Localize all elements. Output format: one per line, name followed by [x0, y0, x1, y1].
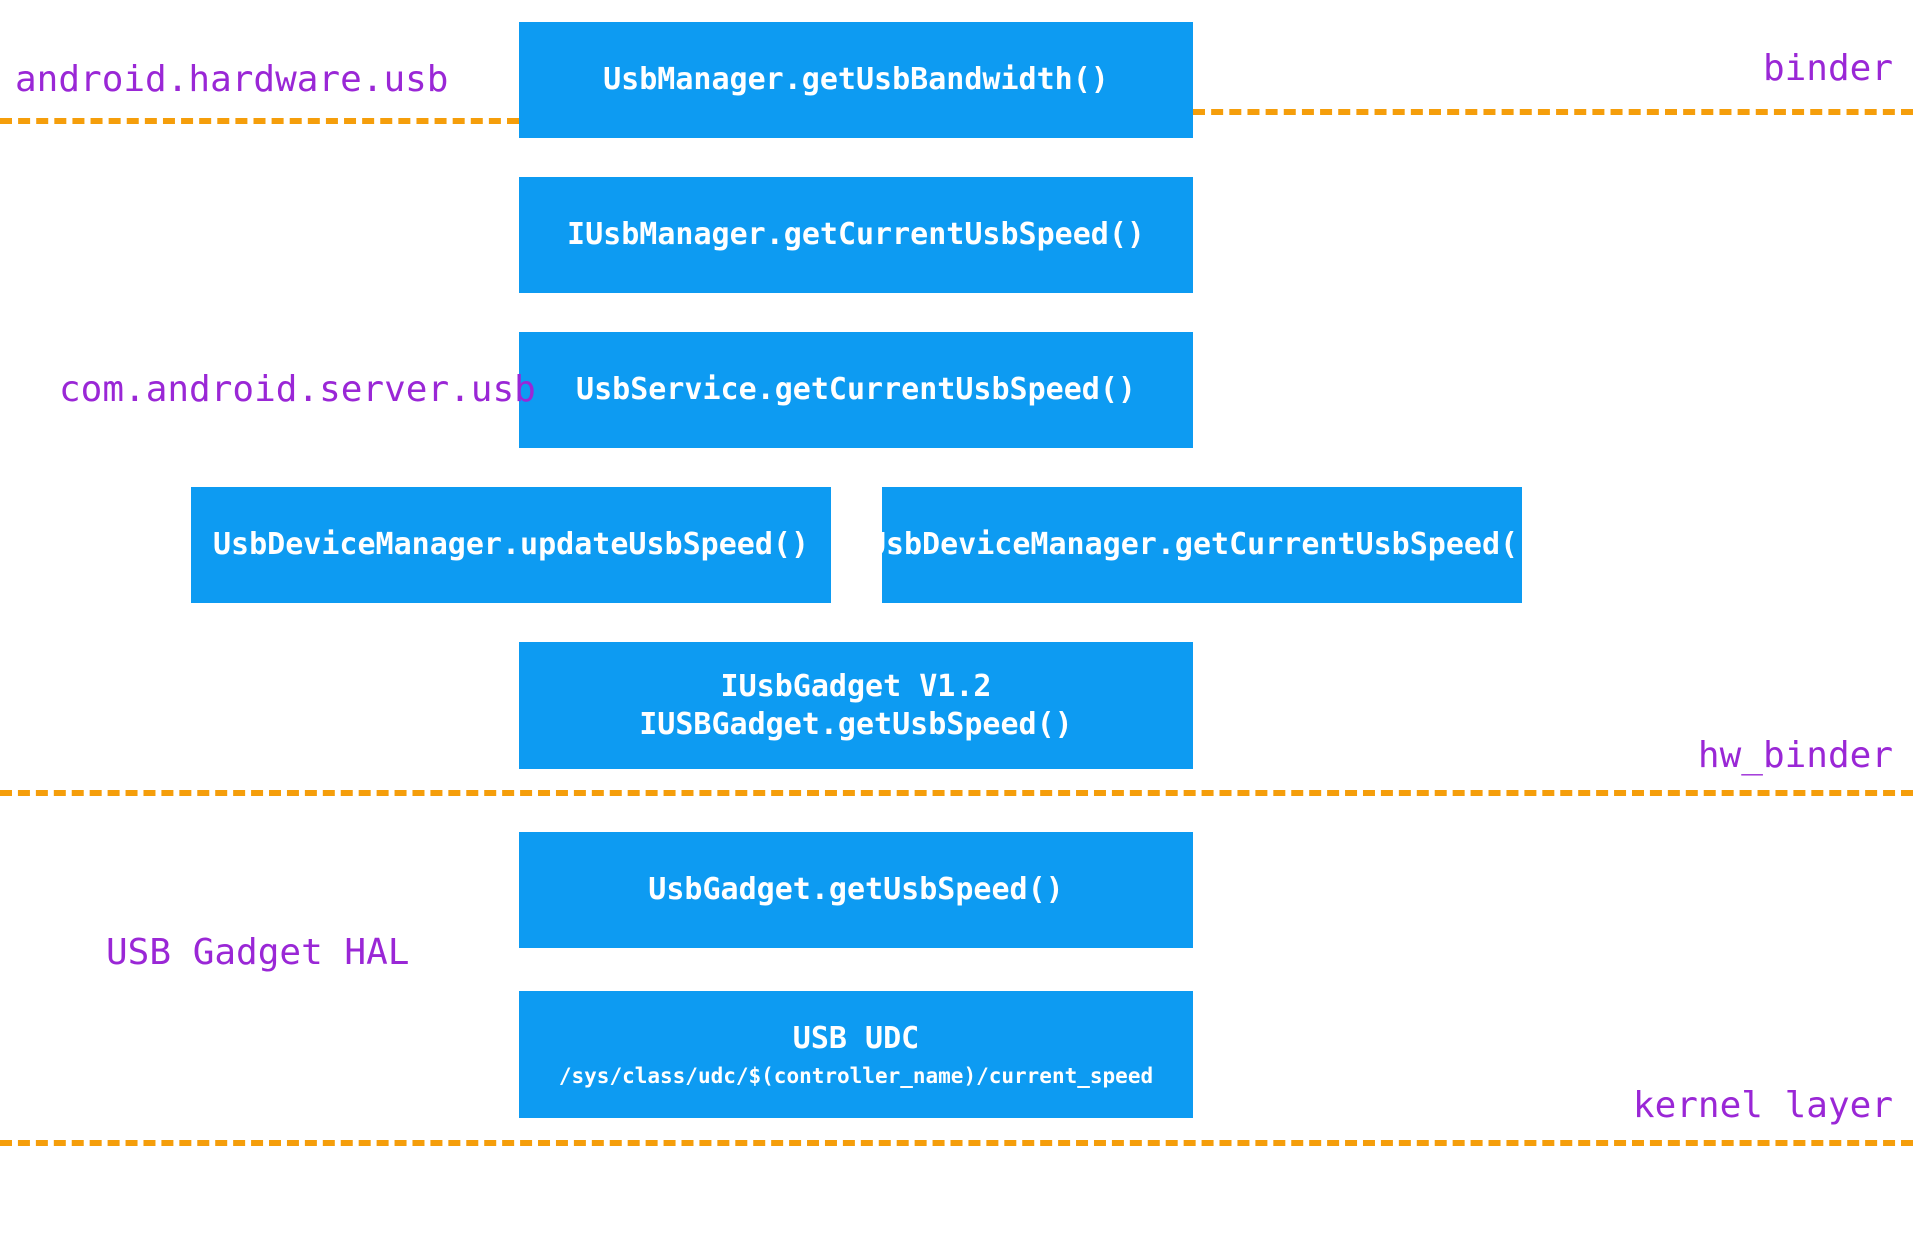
box-text-line1: IUsbGadget V1.2 [721, 668, 992, 706]
box-text: UsbGadget.getUsbSpeed() [648, 871, 1063, 909]
dash-kernel-layer [0, 1140, 1913, 1146]
box-usbdevicemanager-getcurrentusbspeed: UsbDeviceManager.getCurrentUsbSpeed() [882, 487, 1522, 603]
dash-binder-right [1193, 109, 1913, 115]
box-text: UsbDeviceManager.updateUsbSpeed() [213, 526, 809, 564]
dash-hw-binder [0, 790, 1913, 796]
box-text-line2: /sys/class/udc/$(controller_name)/curren… [559, 1063, 1153, 1089]
box-usbgadget-getusbspeed: UsbGadget.getUsbSpeed() [519, 832, 1193, 948]
label-hw-binder: hw_binder [1698, 738, 1893, 774]
box-text-line2: IUSBGadget.getUsbSpeed() [639, 706, 1072, 744]
box-usb-udc: USB UDC /sys/class/udc/$(controller_name… [519, 991, 1193, 1118]
box-text: UsbDeviceManager.getCurrentUsbSpeed() [868, 526, 1536, 564]
box-text: UsbManager.getUsbBandwidth() [603, 61, 1109, 99]
label-usb-gadget-hal: USB Gadget HAL [106, 935, 409, 971]
dash-binder-left [0, 118, 519, 124]
label-android-hardware-usb: android.hardware.usb [15, 62, 448, 98]
box-usbdevicemanager-updateusbspeed: UsbDeviceManager.updateUsbSpeed() [191, 487, 831, 603]
label-kernel-layer: kernel layer [1633, 1088, 1893, 1124]
box-iusbmanager-getcurrentusbspeed: IUsbManager.getCurrentUsbSpeed() [519, 177, 1193, 293]
box-text: IUsbManager.getCurrentUsbSpeed() [567, 216, 1145, 254]
box-text: UsbService.getCurrentUsbSpeed() [576, 371, 1136, 409]
label-com-android-server-usb: com.android.server.usb [59, 372, 536, 408]
box-usbmanager-getusbbandwidth: UsbManager.getUsbBandwidth() [519, 22, 1193, 138]
box-iusbgadget-v12: IUsbGadget V1.2 IUSBGadget.getUsbSpeed() [519, 642, 1193, 769]
box-usbservice-getcurrentusbspeed: UsbService.getCurrentUsbSpeed() [519, 332, 1193, 448]
label-binder: binder [1763, 51, 1893, 87]
box-text-line1: USB UDC [793, 1020, 919, 1058]
